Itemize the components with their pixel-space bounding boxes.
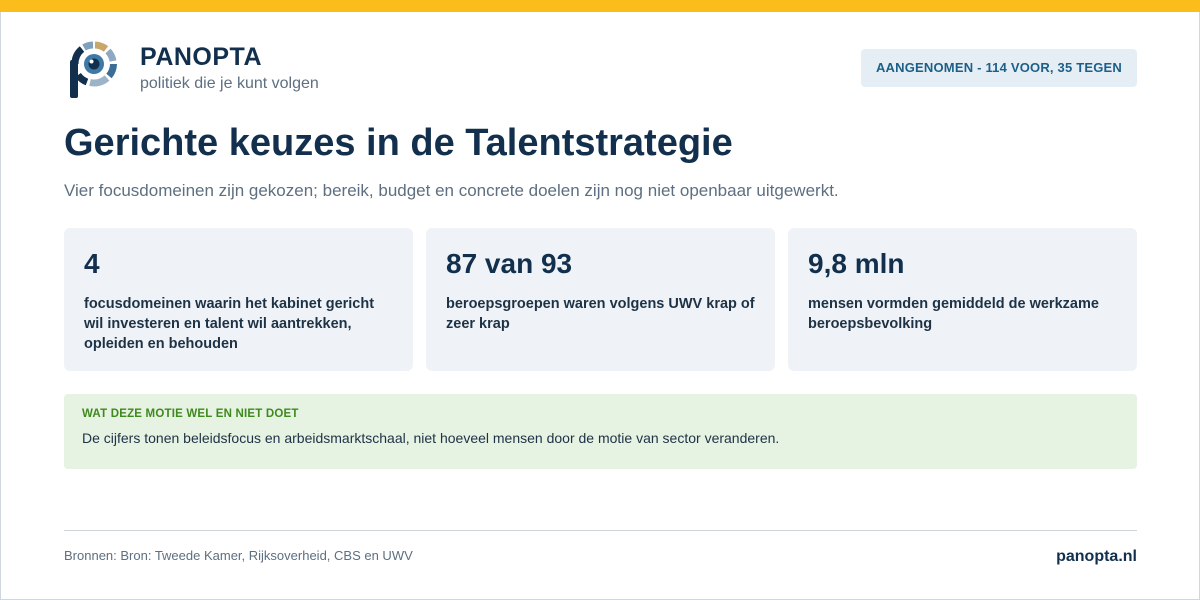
stat-card-beroepsgroepen: 87 van 93 beroepsgroepen waren volgens U…	[426, 228, 775, 371]
stat-card-focusdomeinen: 4 focusdomeinen waarin het kabinet geric…	[64, 228, 413, 371]
motion-callout: WAT DEZE MOTIE WEL EN NIET DOET De cijfe…	[64, 394, 1137, 469]
accent-bar	[0, 0, 1200, 12]
brand-tagline: politiek die je kunt volgen	[140, 75, 319, 92]
callout-heading: WAT DEZE MOTIE WEL EN NIET DOET	[82, 408, 299, 420]
stat-description: mensen vormden gemiddeld de werkzame ber…	[808, 296, 1099, 332]
page-title: Gerichte keuzes in de Talentstrategie	[64, 122, 733, 164]
stat-value: 9,8 mln	[808, 248, 905, 279]
site-url-link[interactable]: panopta.nl	[1056, 548, 1137, 566]
eye-p-logo-icon	[68, 40, 122, 100]
footer-divider	[64, 530, 1137, 531]
stat-card-beroepsbevolking: 9,8 mln mensen vormden gemiddeld de werk…	[788, 228, 1137, 371]
stat-value: 4	[84, 248, 100, 279]
page-subtitle: Vier focusdomeinen zijn gekozen; bereik,…	[64, 181, 839, 200]
sources-text: Bronnen: Bron: Tweede Kamer, Rijksoverhe…	[64, 548, 413, 563]
brand-name: PANOPTA	[140, 43, 263, 71]
status-badge: AANGENOMEN - 114 VOOR, 35 TEGEN	[860, 49, 1137, 87]
stat-description: beroepsgroepen waren volgens UWV krap of…	[446, 296, 755, 332]
callout-text: De cijfers tonen beleidsfocus en arbeids…	[82, 430, 780, 446]
stat-value: 87 van 93	[446, 248, 573, 279]
stat-description: focusdomeinen waarin het kabinet gericht…	[84, 296, 375, 352]
